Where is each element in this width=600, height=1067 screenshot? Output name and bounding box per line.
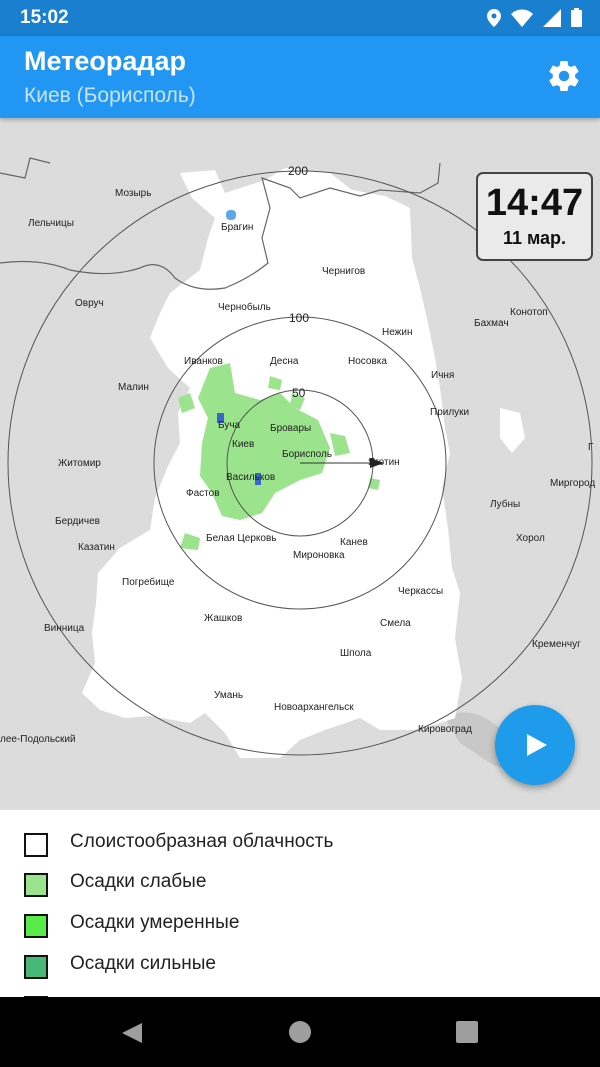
page-title: Метеорадар [24, 46, 187, 76]
city-label: Миронoвка [293, 550, 345, 561]
city-label: Лубны [490, 498, 520, 510]
city-label: Борисполь [282, 449, 332, 460]
city-label: Кременчуг [532, 639, 581, 650]
city-label: Брагин [221, 222, 253, 233]
legend-label: Осадки слабые [70, 871, 207, 892]
city-label: Шпола [340, 648, 372, 659]
city-label: Г [588, 442, 594, 453]
play-button[interactable] [495, 705, 575, 785]
legend-swatch [24, 833, 48, 857]
city-label: Жашков [204, 613, 242, 624]
legend-label: Осадки сильные [70, 953, 216, 974]
city-label: Васильков [226, 472, 275, 483]
city-label: Казатин [78, 542, 115, 553]
city-label: Смела [380, 618, 411, 629]
legend-label: Слоистообразная облачность [70, 831, 334, 852]
city-label: Киев [232, 439, 254, 450]
city-label: Буча [218, 420, 241, 431]
city-label: Яготин [368, 457, 400, 468]
city-label: Конотоп [510, 307, 548, 318]
status-time: 15:02 [20, 7, 69, 28]
city-label: Лельчицы [28, 218, 74, 229]
radar-timestamp: 14:47 11 мар. [476, 172, 593, 261]
city-label: Чернобыль [218, 301, 271, 313]
city-label: Канев [340, 537, 368, 548]
city-label: Миргород [550, 478, 595, 489]
legend-swatch [24, 914, 48, 938]
city-label: Новоархангельск [274, 702, 354, 713]
city-label: Бахмач [474, 318, 509, 329]
home-icon[interactable] [288, 1020, 312, 1044]
city-label: Ичня [431, 370, 454, 381]
legend-item-partial [0, 987, 600, 997]
city-label: Прилуки [430, 407, 469, 418]
city-label: Бровары [270, 423, 311, 434]
status-icons [487, 8, 582, 27]
back-icon[interactable] [120, 1021, 144, 1045]
battery-icon [571, 8, 582, 27]
radar-map[interactable]: 200 100 50 Мозырь Лельчицы Брагин Овруч … [0, 118, 600, 810]
legend-swatch [24, 955, 48, 979]
city-label: Умань [214, 690, 243, 701]
city-label: Нежин [382, 327, 412, 338]
city-label: Десна [270, 356, 299, 367]
precipitation-legend: Слоистообразная облачность Осадки слабые… [0, 810, 600, 997]
gear-icon [549, 61, 579, 92]
signal-icon [543, 8, 561, 27]
range-label-200: 200 [288, 164, 308, 178]
range-label-100: 100 [289, 311, 309, 325]
legend-item-light: Осадки слабые [0, 864, 600, 904]
city-label: Фастов [186, 488, 220, 499]
city-label: лее-Подольский [0, 734, 76, 745]
location-subtitle: Киев (Борисполь) [24, 84, 196, 107]
settings-button[interactable] [546, 58, 582, 94]
city-label: Черкассы [398, 586, 443, 597]
app-bar: Метеорадар Киев (Борисполь) [0, 36, 600, 118]
city-label: Мозырь [115, 188, 151, 199]
city-label: Винница [44, 623, 85, 634]
radar-time: 14:47 [485, 182, 584, 224]
range-label-50: 50 [292, 386, 306, 400]
city-label: Малин [118, 382, 149, 393]
city-label: Хорол [516, 533, 545, 544]
legend-item-heavy: Осадки сильные [0, 946, 600, 986]
city-label: Бердичев [55, 516, 100, 527]
legend-item-stratiform: Слоистообразная облачность [0, 824, 600, 864]
status-bar: 15:02 [0, 0, 600, 36]
location-icon [487, 8, 501, 27]
city-label: Белая Церковь [206, 533, 276, 544]
city-label: Чернигов [322, 266, 365, 277]
play-icon [527, 734, 547, 756]
radar-date: 11 мар. [502, 228, 567, 248]
city-label: Иванков [184, 356, 223, 367]
city-label: Овруч [75, 298, 104, 309]
city-label: Житомир [58, 458, 101, 469]
legend-swatch [24, 873, 48, 897]
wifi-icon [511, 9, 533, 27]
recents-icon[interactable] [456, 1021, 478, 1043]
city-label: Погребище [122, 576, 175, 588]
city-label: Носовка [348, 356, 387, 367]
legend-label: Осадки умеренные [70, 912, 240, 933]
city-label: Кировоград [418, 724, 472, 735]
legend-item-moderate: Осадки умеренные [0, 905, 600, 945]
system-nav-bar [0, 997, 600, 1067]
